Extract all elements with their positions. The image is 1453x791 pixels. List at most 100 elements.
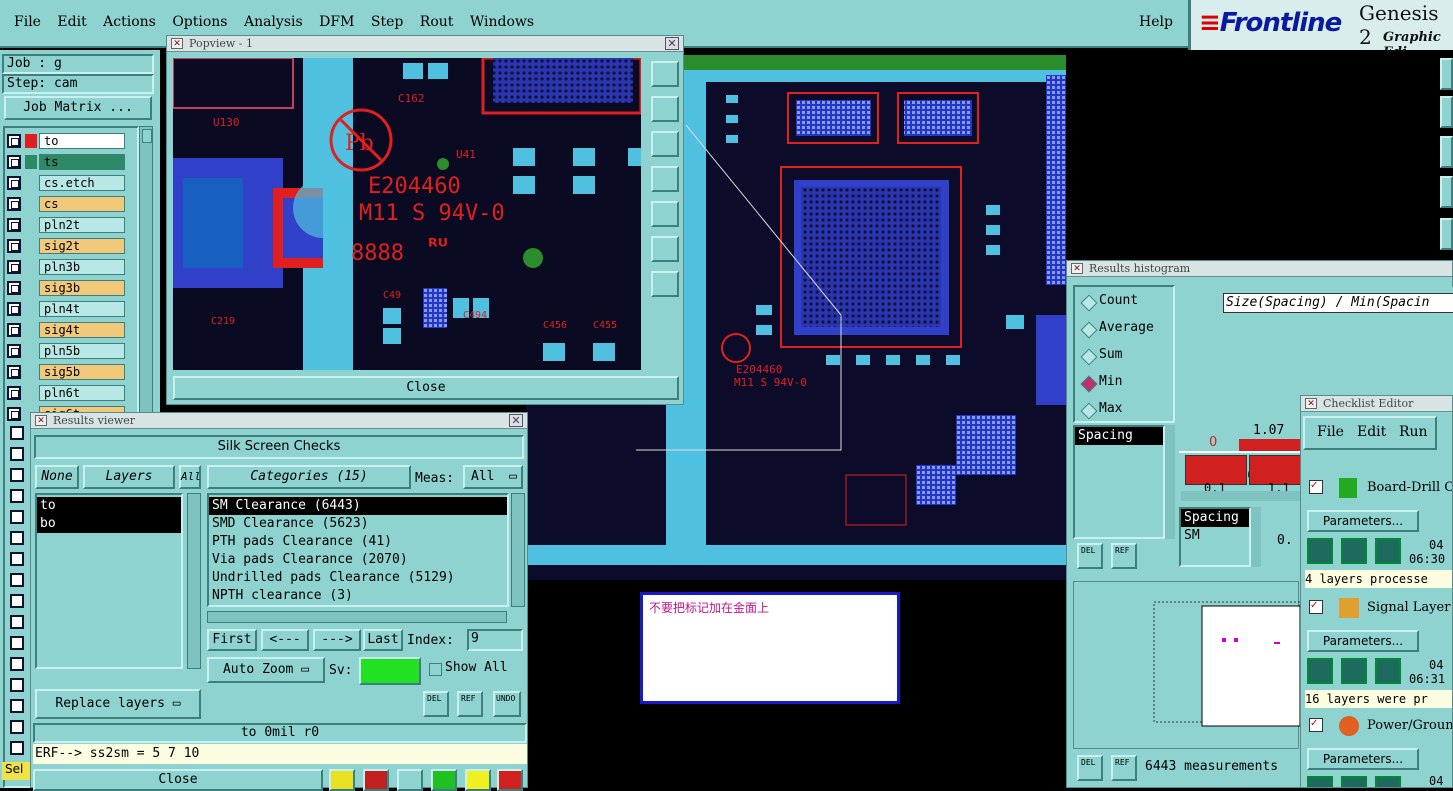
layer-checkbox[interactable] — [10, 447, 24, 461]
check-run-icon[interactable] — [1341, 658, 1367, 684]
check-run-icon[interactable] — [1375, 538, 1401, 564]
close-icon[interactable]: ✕ — [509, 414, 523, 427]
layer-name[interactable]: cs — [39, 196, 125, 212]
layer-checkbox[interactable] — [7, 260, 21, 274]
option-sum-label[interactable]: Sum — [1099, 347, 1122, 362]
category-item[interactable]: PTH pads Clearance (41) — [209, 533, 507, 551]
del-button[interactable]: DEL — [423, 691, 449, 717]
category-item[interactable]: SM Clearance (6443) — [209, 497, 507, 515]
field-scrollbar[interactable] — [1165, 425, 1175, 539]
menu-rout[interactable]: Rout — [420, 14, 454, 30]
results-layer-scrollbar[interactable] — [187, 493, 201, 669]
menu-windows[interactable]: Windows — [470, 14, 534, 30]
layer-checkbox[interactable] — [7, 302, 21, 316]
check-item-3-toggle[interactable]: ✓ — [1309, 718, 1323, 732]
layer-name[interactable]: pln6t — [39, 385, 125, 401]
layer-checkbox[interactable] — [10, 468, 24, 482]
hist-del-button[interactable]: DEL — [1077, 543, 1103, 569]
layer-checkbox[interactable] — [7, 155, 21, 169]
layer-row[interactable]: sig4t — [5, 321, 125, 339]
layers-all-button[interactable]: All — [179, 465, 201, 489]
layer-checkbox[interactable] — [10, 531, 24, 545]
job-matrix-button[interactable]: Job Matrix ... — [4, 96, 152, 120]
layer-checkbox[interactable] — [10, 741, 24, 755]
layer-row[interactable]: cs — [5, 195, 125, 213]
layer-row[interactable]: pln4t — [5, 300, 125, 318]
results-layer-list[interactable]: to bo — [35, 493, 183, 669]
pan-down-icon[interactable] — [651, 131, 679, 157]
check-item-2-toggle[interactable]: ✓ — [1309, 600, 1323, 614]
checklist-titlebar[interactable]: ✕ Checklist Editor — [1301, 396, 1452, 412]
popview-close-button[interactable]: Close — [173, 376, 679, 400]
menu-dfm[interactable]: DFM — [319, 14, 354, 30]
check-item-3-name[interactable]: Power/Ground — [1367, 718, 1452, 733]
pan-up-icon[interactable] — [651, 96, 679, 122]
results-layer-to[interactable]: to — [37, 497, 181, 515]
layer-checkbox[interactable] — [7, 344, 21, 358]
layer-checkbox[interactable] — [7, 197, 21, 211]
spacing-item[interactable]: SM — [1181, 527, 1249, 545]
menu-step[interactable]: Step — [371, 14, 403, 30]
histogram-field-list[interactable]: Spacing — [1073, 425, 1165, 539]
check-run-icon[interactable] — [1307, 776, 1333, 787]
sv-color-select[interactable] — [359, 657, 421, 685]
category-item[interactable]: NPTH clearance (3) — [209, 587, 507, 605]
check-run-icon[interactable] — [1341, 538, 1367, 564]
layer-row[interactable]: ts — [5, 153, 125, 171]
layer-row[interactable]: cs.etch — [5, 174, 125, 192]
menu-file[interactable]: File — [14, 14, 41, 30]
option-average-label[interactable]: Average — [1099, 320, 1154, 335]
categories-scrollbar[interactable] — [511, 493, 525, 607]
histogram-titlebar[interactable]: ✕ Results histogram — [1067, 261, 1452, 277]
layer-checkbox[interactable] — [7, 176, 21, 190]
layer-checkbox[interactable] — [7, 134, 21, 148]
results-layer-bo[interactable]: bo — [37, 515, 181, 533]
layer-name[interactable]: pln3b — [39, 259, 125, 275]
layer-checkbox[interactable] — [7, 323, 21, 337]
layer-row[interactable]: sig3b — [5, 279, 125, 297]
layer-row[interactable]: sig5b — [5, 363, 125, 381]
layer-checkbox[interactable] — [10, 657, 24, 671]
layer-checkbox[interactable] — [7, 365, 21, 379]
layer-checkbox[interactable] — [10, 720, 24, 734]
window-menu-icon[interactable]: ✕ — [1071, 263, 1083, 274]
nav-first-button[interactable]: First — [207, 629, 257, 651]
layer-checkbox[interactable] — [7, 386, 21, 400]
layer-checkbox[interactable] — [7, 407, 21, 421]
option-sum-radio[interactable] — [1080, 348, 1098, 366]
preview-ref-button[interactable]: REF — [1111, 755, 1137, 781]
sel-label[interactable]: Sel — [2, 762, 32, 780]
layer-name[interactable]: sig2t — [39, 238, 125, 254]
field-spacing[interactable]: Spacing — [1075, 427, 1163, 445]
check-item-1-toggle[interactable]: ✓ — [1309, 480, 1323, 494]
menu-edit[interactable]: Edit — [57, 14, 86, 30]
option-count-label[interactable]: Count — [1099, 293, 1138, 308]
close-icon[interactable]: ✕ — [665, 37, 679, 50]
check-run-icon[interactable] — [1375, 776, 1401, 787]
layer-checkbox[interactable] — [7, 218, 21, 232]
check-item-2-name[interactable]: Signal Layer C — [1367, 600, 1452, 615]
layers-none-button[interactable]: None — [35, 465, 79, 489]
histogram-hscroll[interactable] — [1181, 491, 1301, 501]
pan-left-icon[interactable] — [651, 166, 679, 192]
layer-row[interactable]: pln2t — [5, 216, 125, 234]
layers-button[interactable]: Layers — [83, 465, 175, 489]
layer-checkbox[interactable] — [10, 573, 24, 587]
option-average-radio[interactable] — [1080, 321, 1098, 339]
zoom-fit-icon[interactable] — [651, 61, 679, 87]
spacing-item[interactable]: Spacing — [1181, 509, 1249, 527]
layer-checkbox[interactable] — [10, 699, 24, 713]
undo-button[interactable]: UNDO — [493, 691, 521, 717]
layer-row[interactable]: pln5b — [5, 342, 125, 360]
option-count-radio[interactable] — [1080, 294, 1098, 312]
layer-row[interactable]: to — [5, 132, 125, 150]
layer-checkbox[interactable] — [7, 239, 21, 253]
meas-select[interactable]: All ▭ — [463, 465, 523, 489]
side-tool-1[interactable] — [1440, 58, 1453, 90]
layer-name[interactable]: pln5b — [39, 343, 125, 359]
category-item[interactable]: Undrilled pads Clearance (5129) — [209, 569, 507, 587]
menu-analysis[interactable]: Analysis — [244, 14, 303, 30]
menu-actions[interactable]: Actions — [103, 14, 156, 30]
spacing-detail-list[interactable]: Spacing SM — [1179, 507, 1251, 567]
option-max-radio[interactable] — [1080, 402, 1098, 420]
